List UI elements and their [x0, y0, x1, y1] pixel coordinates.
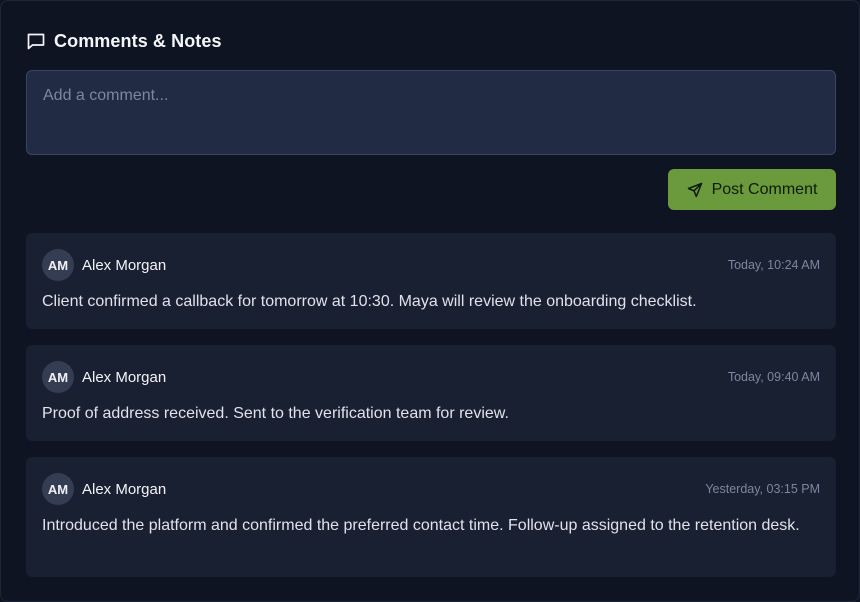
comment-header: AM Alex Morgan Yesterday, 03:15 PM — [42, 473, 820, 505]
avatar[interactable]: AM — [42, 361, 74, 393]
comment-input[interactable] — [26, 70, 836, 155]
post-comment-button[interactable]: Post Comment — [668, 169, 836, 210]
comment-timestamp: Today, 09:40 AM — [727, 370, 820, 384]
panel-header: Comments & Notes — [26, 29, 222, 53]
post-comment-label: Post Comment — [711, 180, 818, 198]
comment-icon — [26, 31, 46, 51]
send-icon — [687, 182, 703, 198]
comment-header: AM Alex Morgan Today, 10:24 AM — [42, 249, 820, 281]
comments-panel: Comments & Notes Post Comment AM Alex Mo… — [0, 0, 860, 602]
comment-author[interactable]: Alex Morgan — [82, 369, 166, 386]
comment-card: AM Alex Morgan Today, 09:40 AM Proof of … — [26, 345, 836, 441]
comment-author[interactable]: Alex Morgan — [82, 257, 166, 274]
comment-text: Proof of address received. Sent to the v… — [42, 405, 509, 422]
avatar[interactable]: AM — [42, 473, 74, 505]
comment-timestamp: Yesterday, 03:15 PM — [705, 482, 820, 496]
comment-header: AM Alex Morgan Today, 09:40 AM — [42, 361, 820, 393]
avatar[interactable]: AM — [42, 249, 74, 281]
comment-text: Client confirmed a callback for tomorrow… — [42, 293, 697, 310]
comment-card: AM Alex Morgan Today, 10:24 AM Client co… — [26, 233, 836, 329]
comment-text: Introduced the platform and confirmed th… — [42, 517, 800, 534]
comment-author[interactable]: Alex Morgan — [82, 481, 166, 498]
panel-title: Comments & Notes — [54, 30, 222, 51]
comment-card: AM Alex Morgan Yesterday, 03:15 PM Intro… — [26, 457, 836, 577]
comment-timestamp: Today, 10:24 AM — [727, 258, 820, 272]
